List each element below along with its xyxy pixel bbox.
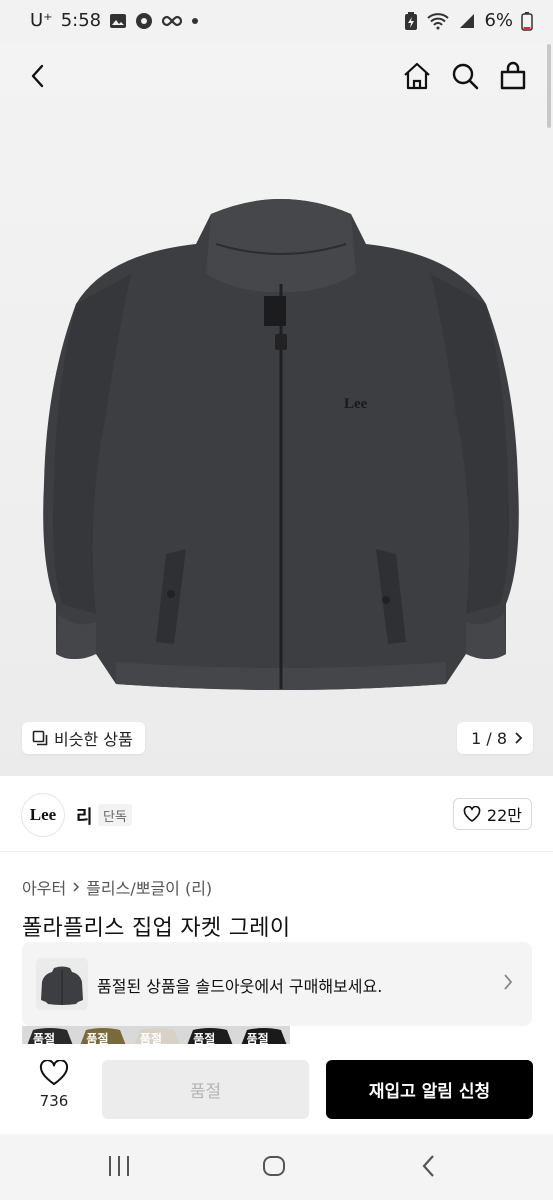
chevron-right-icon [504, 974, 513, 990]
pager-label: 1 / 8 [471, 728, 507, 748]
chevron-right-icon [73, 882, 80, 892]
top-navigation [0, 44, 553, 110]
carrier-label: U⁺ [30, 10, 53, 31]
color-swatches: 품절 품절 품절 품절 품절 [22, 1026, 290, 1044]
copy-icon [32, 730, 48, 746]
brand-logo[interactable]: Lee [21, 793, 65, 837]
recent-apps-button[interactable] [106, 1154, 132, 1182]
brand-name[interactable]: 리 [76, 803, 93, 829]
color-swatch[interactable]: 품절 [183, 1026, 237, 1044]
color-swatch[interactable]: 품절 [129, 1026, 184, 1044]
product-title: 폴라플리스 집업 자켓 그레이 [22, 916, 291, 941]
product-photo [43, 199, 519, 690]
heart-icon [39, 1059, 69, 1085]
battery-percent: 6% [484, 10, 513, 31]
breadcrumb-item[interactable]: 플리스/뽀글이 (리) [86, 875, 212, 899]
brand-like-button[interactable]: 22만 [452, 798, 532, 830]
status-bar: U⁺ 5:58 6% [0, 0, 553, 44]
home-button[interactable] [397, 56, 437, 96]
cart-button[interactable] [493, 56, 533, 96]
similar-products-label: 비슷한 상품 [54, 730, 133, 749]
soldout-banner-text: 품절된 상품을 솔드아웃에서 구매해보세요. [97, 977, 383, 996]
wifi-icon [426, 12, 450, 30]
swatch-soldout-label: 품절 [246, 1032, 269, 1044]
recent-apps-icon [109, 1156, 129, 1176]
brand-row: Lee 리 단독 22만 [0, 776, 553, 852]
color-swatch[interactable]: 품절 [76, 1026, 130, 1044]
breadcrumb-item[interactable]: 아우터 [22, 875, 66, 899]
back-button[interactable] [18, 56, 58, 96]
soccer-icon [135, 12, 153, 30]
system-back-button[interactable] [420, 1154, 438, 1182]
home-system-button[interactable] [262, 1154, 286, 1182]
search-button[interactable] [445, 56, 485, 96]
wishlist-button[interactable]: 736 [26, 1059, 82, 1110]
brand-like-count: 22만 [486, 806, 522, 825]
search-icon [452, 63, 479, 90]
dot-icon [191, 17, 199, 25]
swatch-soldout-label: 품절 [86, 1032, 109, 1044]
purchase-bar: 736 품절 재입고 알림 신청 [0, 1044, 553, 1134]
battery-saver-icon [404, 11, 418, 31]
wishlist-count: 736 [39, 1092, 69, 1110]
soldout-button[interactable]: 품절 [102, 1060, 309, 1119]
color-swatch[interactable]: 품절 [23, 1026, 77, 1044]
swatch-soldout-label: 품절 [33, 1032, 56, 1044]
clock: 5:58 [60, 10, 102, 31]
back-icon [422, 1155, 434, 1177]
color-swatch[interactable]: 품절 [236, 1026, 290, 1044]
breadcrumb: 아우터 플리스/뽀글이 (리) [22, 875, 212, 899]
banner-thumbnail [36, 958, 88, 1010]
system-navigation-bar [0, 1134, 553, 1200]
image-pager[interactable]: 1 / 8 [457, 722, 533, 754]
product-image-gallery[interactable]: Lee 비슷한 상품 1 / 8 [0, 44, 553, 776]
chevron-right-icon [515, 732, 523, 744]
exclusive-badge: 단독 [98, 804, 132, 826]
home-icon [404, 62, 430, 90]
home-circle-icon [263, 1156, 285, 1176]
heart-icon [463, 806, 481, 822]
back-icon [31, 64, 44, 88]
swatch-soldout-label: 품절 [193, 1032, 216, 1044]
cart-icon [500, 61, 526, 90]
jacket-logo: Lee [344, 396, 368, 412]
gallery-icon [109, 12, 127, 30]
signal-icon [458, 12, 476, 30]
similar-products-button[interactable]: 비슷한 상품 [22, 722, 145, 754]
swatch-soldout-label: 품절 [139, 1032, 162, 1044]
infinity-icon [161, 14, 183, 28]
soldout-banner[interactable]: 품절된 상품을 솔드아웃에서 구매해보세요. [22, 942, 532, 1026]
restock-alert-button[interactable]: 재입고 알림 신청 [326, 1060, 533, 1119]
battery-icon [521, 11, 533, 31]
